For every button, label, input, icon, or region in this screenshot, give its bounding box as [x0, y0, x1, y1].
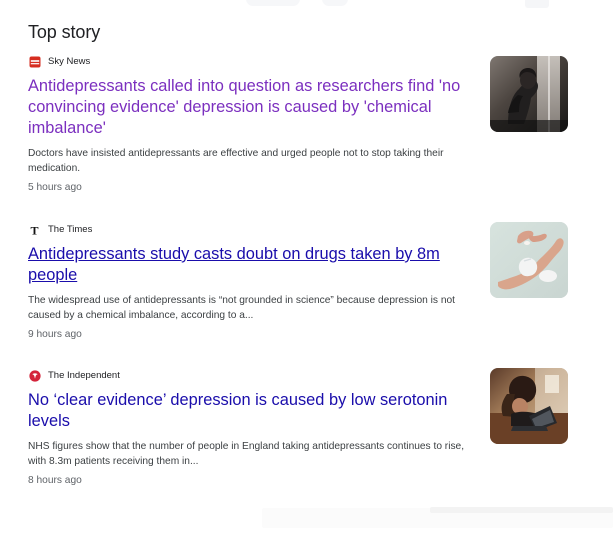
story-timestamp: 5 hours ago	[28, 182, 82, 193]
story-thumbnail[interactable]	[490, 368, 568, 444]
story-source-row: T The Times	[28, 222, 568, 238]
story-source-row: Sky News	[28, 54, 568, 70]
story-card-the-independent[interactable]: The Independent No ‘clear evidence’ depr…	[28, 368, 568, 488]
section-title: Top story	[28, 22, 101, 42]
woman-at-laptop-image	[490, 368, 568, 444]
the-times-icon: T	[28, 223, 42, 238]
story-snippet: NHS figures show that the number of peop…	[28, 441, 465, 467]
svg-text:T: T	[31, 224, 39, 238]
story-snippet: Doctors have insisted antidepressants ar…	[28, 148, 444, 174]
faded-bottom-bar-secondary	[430, 507, 613, 513]
woman-sitting-in-dark-room-image	[490, 56, 568, 132]
the-independent-icon	[28, 369, 42, 383]
story-card-the-times[interactable]: T The Times Antidepressants study casts …	[28, 222, 568, 342]
story-headline-link[interactable]: No ‘clear evidence’ depression is caused…	[28, 390, 480, 432]
story-source-row: The Independent	[28, 368, 568, 384]
faded-top-pill-small	[322, 0, 348, 6]
story-card-sky-news[interactable]: Sky News Antidepressants called into que…	[28, 54, 568, 195]
story-source-name: The Times	[48, 224, 93, 235]
story-timestamp: 9 hours ago	[28, 329, 82, 340]
story-timestamp: 8 hours ago	[28, 475, 82, 486]
sky-news-icon	[28, 55, 42, 69]
story-source-name: Sky News	[48, 56, 91, 67]
bottom-background-artifacts	[0, 507, 613, 535]
faded-top-pill	[246, 0, 300, 6]
story-thumbnail[interactable]	[490, 56, 568, 132]
story-headline-link[interactable]: Antidepressants called into question as …	[28, 76, 480, 139]
hand-holding-pill-image	[490, 222, 568, 298]
faded-top-square	[525, 0, 549, 8]
story-thumbnail[interactable]	[490, 222, 568, 298]
story-headline-link[interactable]: Antidepressants study casts doubt on dru…	[28, 244, 480, 286]
top-background-artifacts	[0, 0, 613, 10]
story-source-name: The Independent	[48, 370, 120, 381]
story-snippet: The widespread use of antidepressants is…	[28, 295, 455, 321]
